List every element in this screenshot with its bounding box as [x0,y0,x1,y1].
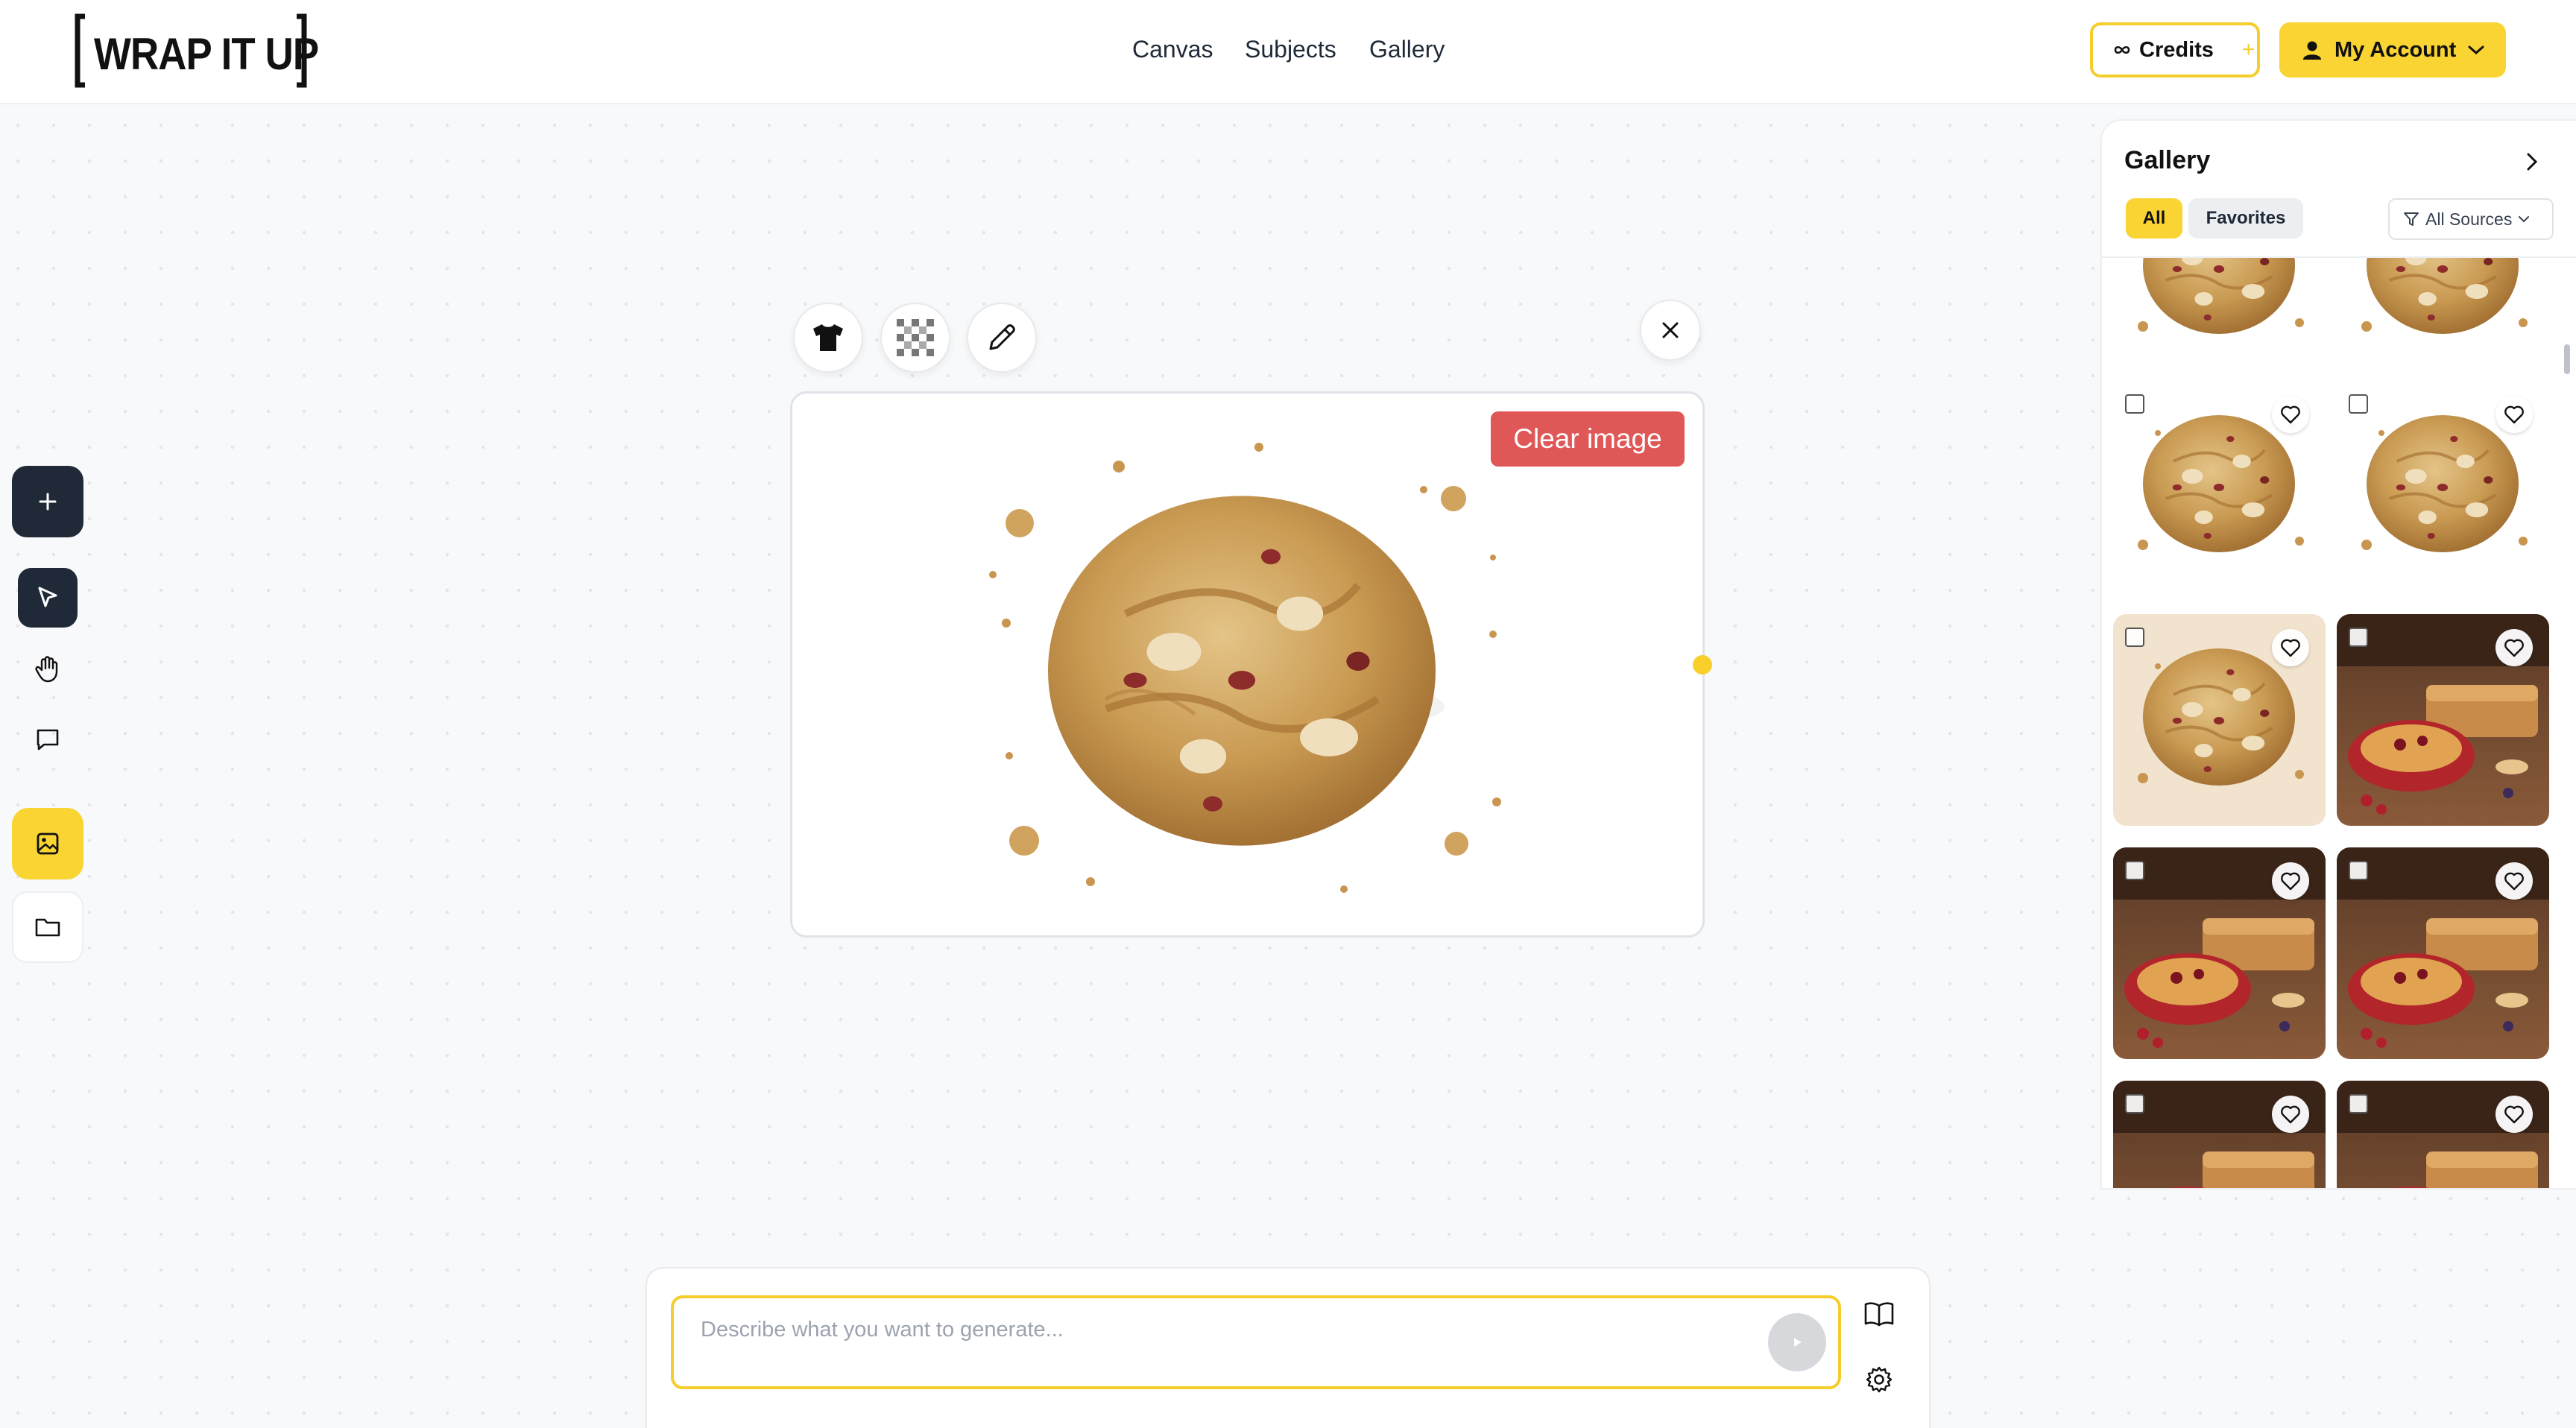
chevron-down-icon [2468,45,2484,55]
cookie-image [989,443,1501,893]
folder-button[interactable] [12,891,83,963]
nav-subjects[interactable]: Subjects [1245,36,1336,63]
infinity-icon [2114,45,2130,54]
transparency-button[interactable] [880,303,950,373]
gallery-item[interactable] [2113,614,2326,826]
gallery-item[interactable] [2337,1081,2549,1188]
select-checkbox[interactable] [2349,1094,2368,1113]
gallery-scrollbar[interactable] [2564,344,2570,374]
add-button[interactable] [12,466,83,537]
nav-canvas[interactable]: Canvas [1132,36,1213,63]
cursor-arrow-icon [38,587,57,607]
chevron-right-icon[interactable] [2524,151,2540,173]
heart-icon [2504,872,2524,891]
sources-dropdown[interactable]: All Sources [2388,198,2554,240]
prompt-input[interactable]: Describe what you want to generate... [671,1295,1841,1389]
chevron-down-icon [2519,216,2530,223]
edit-button[interactable] [967,303,1037,373]
heart-icon [2281,639,2300,657]
gallery-title: Gallery [2124,146,2211,174]
prompt-library-button[interactable] [1853,1288,1905,1340]
resize-handle[interactable] [1693,655,1712,674]
gear-icon [1866,1366,1892,1393]
hand-icon [35,656,58,683]
plus-icon [39,493,57,511]
select-checkbox[interactable] [2125,628,2144,647]
heart-icon [2504,405,2524,424]
select-tool-button[interactable] [18,568,78,628]
comment-icon [37,729,59,751]
prompt-placeholder: Describe what you want to generate... [701,1318,1064,1342]
user-icon [2303,41,2321,60]
filter-icon [2404,212,2419,226]
favorite-button[interactable] [2496,396,2533,433]
plus-icon: + [2241,37,2255,62]
logo[interactable]: WRAP IT UP [75,13,319,88]
favorite-button[interactable] [2496,862,2533,900]
heart-icon [2504,639,2524,657]
tshirt-icon [813,324,843,351]
gallery-item[interactable] [2113,381,2326,593]
settings-button[interactable] [1853,1353,1905,1406]
gallery-item[interactable] [2337,614,2549,826]
gallery-item[interactable] [2113,258,2326,374]
folder-icon [35,918,60,937]
favorite-button[interactable] [2272,862,2309,900]
select-checkbox[interactable] [2125,394,2144,414]
favorite-button[interactable] [2496,1096,2533,1133]
image-icon [37,833,59,855]
send-icon [1794,1338,1802,1347]
book-icon [1864,1302,1894,1327]
heart-icon [2281,405,2300,424]
favorite-button[interactable] [2272,629,2309,666]
select-checkbox[interactable] [2125,1094,2144,1113]
sources-label: All Sources [2425,209,2513,229]
select-checkbox[interactable] [2125,861,2144,880]
close-button[interactable] [1640,300,1701,361]
select-checkbox[interactable] [2349,394,2368,414]
favorite-button[interactable] [2496,629,2533,666]
send-button[interactable] [1768,1313,1826,1371]
heart-icon [2281,1105,2300,1124]
gallery-grid [2102,256,2576,1188]
favorite-button[interactable] [2272,396,2309,433]
heart-icon [2281,872,2300,891]
gallery-item[interactable] [2337,381,2549,593]
top-bar: WRAP IT UP Canvas Subjects Gallery Credi… [0,0,2576,104]
gallery-panel: Gallery All Favorites All Sources [2100,119,2576,1190]
gallery-item[interactable] [2337,847,2549,1059]
logo-text: WRAP IT UP [94,29,319,79]
comment-tool-button[interactable] [18,710,78,769]
nav-gallery[interactable]: Gallery [1369,36,1445,63]
gallery-item[interactable] [2113,1081,2326,1188]
select-checkbox[interactable] [2349,861,2368,880]
image-panel-button[interactable] [12,808,83,879]
filter-all[interactable]: All [2126,198,2182,238]
filter-favorites[interactable]: Favorites [2188,198,2303,238]
transparency-icon [897,319,934,356]
gallery-item[interactable] [2113,847,2326,1059]
credits-label: Credits [2139,37,2214,62]
favorite-button[interactable] [2272,1096,2309,1133]
select-checkbox[interactable] [2349,628,2368,647]
clear-image-button[interactable]: Clear image [1491,411,1685,467]
credits-button[interactable]: Credits + [2090,22,2260,78]
gallery-item[interactable] [2337,258,2549,374]
canvas-image-card[interactable] [790,391,1705,938]
pan-tool-button[interactable] [18,639,78,698]
close-icon [1662,322,1679,338]
heart-icon [2504,1105,2524,1124]
pencil-icon [989,324,1015,350]
my-account-button[interactable]: My Account [2279,22,2506,78]
apparel-button[interactable] [793,303,863,373]
account-label: My Account [2334,37,2457,62]
